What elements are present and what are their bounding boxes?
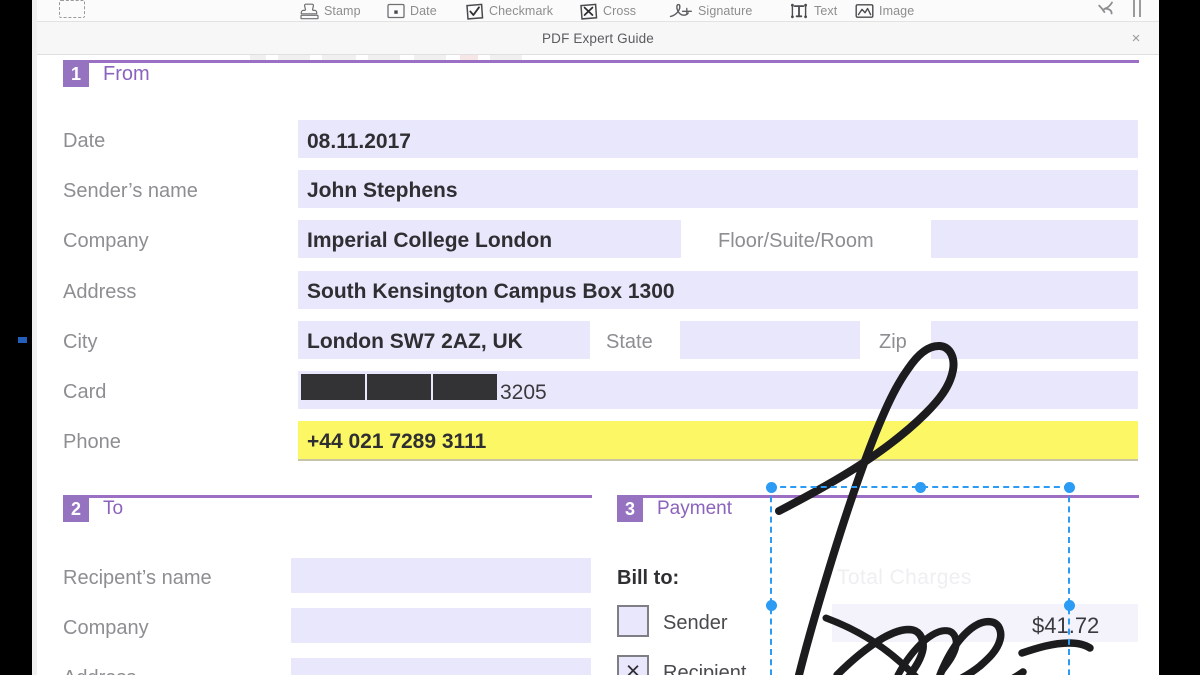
section-title-to: To — [103, 498, 124, 519]
tool-stamp[interactable]: Stamp — [300, 0, 361, 22]
resize-handle-top-left[interactable] — [765, 481, 777, 493]
field-to-address[interactable] — [291, 658, 591, 675]
resize-handle-top-right[interactable] — [1063, 481, 1075, 493]
value-phone: +44 021 7289 3111 — [307, 430, 487, 453]
label-date: Date — [63, 130, 106, 152]
tool-image-label: Image — [879, 3, 915, 18]
label-state: State — [606, 331, 653, 353]
field-zip[interactable] — [931, 321, 1138, 359]
label-zip: Zip — [879, 331, 907, 353]
checkbox-sender-label: Sender — [663, 612, 728, 634]
resize-handle-middle-left[interactable] — [765, 600, 777, 611]
value-total-charges: $41.72 — [1032, 613, 1100, 638]
field-recipient-name[interactable] — [291, 558, 591, 593]
value-sender-name: John Stephens — [307, 179, 458, 202]
card-redaction-block — [433, 374, 497, 400]
tool-text-label: Text — [814, 3, 838, 18]
field-date[interactable] — [298, 120, 1138, 158]
date-icon — [387, 3, 405, 19]
pdf-expert-window: Stamp Date Checkmark Cross Signature Tex… — [37, 0, 1159, 675]
tool-image[interactable]: Image — [855, 0, 914, 22]
field-state[interactable] — [680, 321, 860, 359]
card-redaction-block — [367, 374, 431, 400]
section-number-2: 2 — [63, 495, 89, 522]
checkmark-icon — [466, 3, 484, 20]
pdf-page[interactable]: 1 From Date 08.11.2017 Sender’s name Joh… — [37, 55, 1159, 675]
checkbox-recipient[interactable]: × — [617, 655, 649, 675]
tool-date-label: Date — [410, 3, 437, 18]
label-address: Address — [63, 281, 137, 303]
pause-icon[interactable] — [1133, 0, 1141, 17]
annotation-toolbar: Stamp Date Checkmark Cross Signature Tex… — [37, 0, 1159, 22]
field-floor-suite-room[interactable] — [931, 220, 1138, 258]
tool-cross-label: Cross — [603, 3, 637, 18]
tool-signature-label: Signature — [698, 3, 753, 18]
tool-cross[interactable]: Cross — [579, 0, 636, 22]
tool-signature[interactable]: Signature — [669, 0, 752, 22]
screen: Stamp Date Checkmark Cross Signature Tex… — [0, 0, 1200, 675]
undo-icon[interactable] — [1095, 0, 1117, 19]
image-icon — [855, 4, 874, 18]
close-icon[interactable]: × — [1127, 29, 1145, 47]
label-floor-suite-room: Floor/Suite/Room — [718, 230, 874, 252]
bill-to-label: Bill to: — [617, 567, 680, 589]
label-to-company: Company — [63, 617, 149, 639]
section-number-1: 1 — [63, 60, 89, 87]
field-to-company[interactable] — [291, 608, 591, 643]
stamp-icon — [300, 3, 319, 19]
tool-checkmark[interactable]: Checkmark — [465, 0, 553, 22]
tool-date[interactable]: Date — [387, 0, 437, 22]
value-card: 3205 — [500, 381, 547, 404]
label-company: Company — [63, 230, 149, 252]
checkbox-recipient-label: Recipient — [663, 662, 747, 675]
section-number-3: 3 — [617, 495, 643, 522]
value-company: Imperial College London — [307, 229, 553, 252]
label-sender-name: Sender’s name — [63, 180, 198, 202]
document-tab-bar: PDF Expert Guide × — [37, 22, 1159, 55]
resize-handle-top-middle[interactable] — [914, 481, 926, 493]
label-city: City — [63, 331, 98, 353]
section-title-payment: Payment — [657, 498, 732, 519]
signature-icon — [669, 3, 692, 18]
section-title-from: From — [103, 63, 150, 85]
cross-icon — [580, 3, 598, 20]
card-redaction-block — [301, 374, 365, 400]
value-address: South Kensington Campus Box 1300 — [307, 280, 675, 303]
label-to-address: Address — [63, 668, 136, 675]
section-to-header: 2 To — [63, 495, 592, 525]
section-from-header: 1 From — [63, 60, 1139, 90]
label-card: Card — [63, 381, 107, 403]
tool-checkmark-label: Checkmark — [489, 3, 554, 18]
checkbox-sender[interactable] — [617, 605, 649, 637]
label-phone: Phone — [63, 431, 121, 453]
section-rule — [63, 60, 1139, 63]
selection-marquee-icon[interactable] — [59, 0, 85, 18]
checkbox-recipient-mark: × — [625, 656, 641, 675]
section-rule — [63, 495, 592, 498]
tool-text[interactable]: Text — [789, 0, 837, 22]
text-icon — [791, 3, 807, 19]
document-title: PDF Expert Guide — [542, 30, 654, 46]
value-date: 08.11.2017 — [307, 130, 411, 153]
margin-artifact — [18, 337, 27, 343]
label-recipient-name: Recipent’s name — [63, 567, 212, 589]
tool-stamp-label: Stamp — [324, 3, 361, 18]
section-payment-header: 3 Payment — [617, 495, 1139, 525]
value-city: London SW7 2AZ, UK — [307, 330, 523, 353]
total-charges-label: Total Charges — [837, 566, 972, 589]
highlight-underline — [298, 459, 1138, 461]
